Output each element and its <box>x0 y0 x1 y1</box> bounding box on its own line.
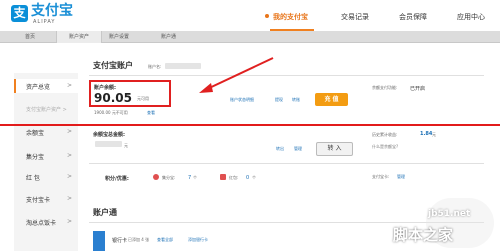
nav-transactions[interactable]: 交易记录 <box>341 12 369 22</box>
unavailable-amount: 1900.00 元不可用 <box>94 110 128 115</box>
sidebar-item-alipay-card[interactable]: 支付宝卡 > <box>14 195 78 204</box>
watermark-domain: jb51.net <box>428 209 471 219</box>
yuebao-total-value <box>95 141 122 147</box>
sidebar-item-label: 集分宝 <box>26 154 45 161</box>
what-is-yuebao-link[interactable]: 什么是余额宝? <box>372 144 398 150</box>
annotation-red-line <box>0 124 500 126</box>
view-all-cards-link[interactable]: 查看全部 <box>157 237 173 243</box>
hongbao-icon <box>220 174 226 180</box>
bank-card-icon <box>93 231 105 251</box>
view-link[interactable]: 查看 <box>147 110 155 116</box>
history-earnings-unit: 元 <box>432 132 436 137</box>
transfer-out-link[interactable]: 转出 <box>276 146 284 152</box>
sidebar-item-label: 红 包 <box>26 175 40 182</box>
jifenbao-unit: 个 <box>193 175 197 180</box>
hongbao-unit: 个 <box>252 175 256 180</box>
balance-value: 90.05 <box>94 91 132 105</box>
watermark-site-name: 脚本之家 <box>393 226 454 244</box>
chevron-right-icon: > <box>66 82 72 89</box>
jifenbao-count: 7 <box>188 175 192 181</box>
hongbao-label[interactable]: 红包: <box>229 175 238 181</box>
chevron-right-icon: > <box>66 218 72 225</box>
sidebar-item-label: 支付宝卡 <box>26 197 51 204</box>
jifenbao-label[interactable]: 集分宝: <box>162 175 175 181</box>
subtab-zhanghutong[interactable]: 账户通 <box>161 31 201 43</box>
alipay-logo-text[interactable]: 支付宝 <box>31 3 73 19</box>
sidebar-item-overview[interactable]: 资产总览 > <box>14 79 78 93</box>
manage-link[interactable]: 管理 <box>294 146 302 152</box>
balance-pay-label: 余额支付功能: <box>372 85 398 90</box>
chevron-right-icon: > <box>66 195 72 202</box>
subtab-account-assets[interactable]: 账户资产 <box>56 31 102 43</box>
zhanghutong-title: 账户通 <box>93 208 117 217</box>
sidebar: 资产总览 > 支付宝账户资产 > 余额宝 > 集分宝 > 红 包 > 支付宝卡 … <box>14 73 78 251</box>
top-header: 支 支付宝 ALIPAY 我的支付宝 交易记录 会员保障 应用中心 <box>0 0 500 31</box>
alipay-card-manage-link[interactable]: 管理 <box>397 174 405 180</box>
subtab-home[interactable]: 首页 <box>25 31 55 43</box>
balance-label: 账户余额: <box>94 85 116 91</box>
sidebar-item-label: 淘总点饭卡 <box>26 220 57 227</box>
withdraw-link[interactable]: 提现 <box>275 97 283 103</box>
nav-protection[interactable]: 会员保障 <box>399 12 427 22</box>
sidebar-item-yuebao[interactable]: 余额宝 > <box>14 128 78 137</box>
sidebar-item-meal-card[interactable]: 淘总点饭卡 > <box>14 218 78 227</box>
nav-app-center[interactable]: 应用中心 <box>457 12 485 22</box>
sidebar-item-jifenbao[interactable]: 集分宝 > <box>14 152 78 161</box>
divider <box>89 222 484 223</box>
annotation-arrow-icon <box>199 57 274 93</box>
subtab-account-settings[interactable]: 账户设置 <box>109 31 149 43</box>
balance-unit: 元可用 <box>137 96 149 101</box>
account-name-label: 账户名: <box>148 64 162 69</box>
sidebar-item-label: 资产总览 <box>26 84 51 91</box>
points-label: 积分/优惠: <box>105 176 129 182</box>
chevron-right-icon: > <box>66 152 72 159</box>
divider <box>89 75 484 76</box>
transfer-in-button[interactable]: 转 入 <box>316 142 353 156</box>
chevron-right-icon: > <box>66 128 72 135</box>
sidebar-item-hongbao[interactable]: 红 包 > <box>14 173 78 182</box>
bank-card-count: 已添加 4 张 <box>128 237 150 242</box>
sidebar-item-label: 余额宝 <box>26 130 45 137</box>
account-title: 支付宝账户 <box>93 61 133 70</box>
sub-navigation: 首页 账户资产 账户设置 账户通 <box>0 31 500 43</box>
history-earnings-value: 1.84 <box>420 131 433 137</box>
recharge-button[interactable]: 充 值 <box>315 93 348 106</box>
yuebao-total-label: 余额宝总金额: <box>93 132 126 138</box>
alipay-logo-icon[interactable]: 支 <box>11 5 28 22</box>
sidebar-item-account-assets[interactable]: 支付宝账户资产 > <box>14 106 78 113</box>
jifenbao-icon <box>153 174 159 180</box>
alipay-logo-subtitle: ALIPAY <box>33 19 56 25</box>
hongbao-count: 0 <box>246 175 250 181</box>
account-status-link[interactable]: 账户状态明细 <box>230 97 254 103</box>
bank-card-label: 银行卡 <box>112 238 128 244</box>
nav-my-alipay[interactable]: 我的支付宝 <box>273 12 308 22</box>
yuebao-unit: 元 <box>124 143 128 148</box>
active-nav-dot-icon <box>265 14 269 18</box>
chevron-right-icon: > <box>66 173 72 180</box>
alipay-card-label: 支付宝卡: <box>372 174 390 179</box>
transfer-link[interactable]: 转账 <box>292 97 300 103</box>
divider <box>89 163 484 164</box>
balance-pay-status: 已开启 <box>410 86 426 92</box>
history-earnings-label: 历史累计收益: <box>372 132 398 137</box>
add-bank-card-link[interactable]: 添加银行卡 <box>188 237 208 243</box>
